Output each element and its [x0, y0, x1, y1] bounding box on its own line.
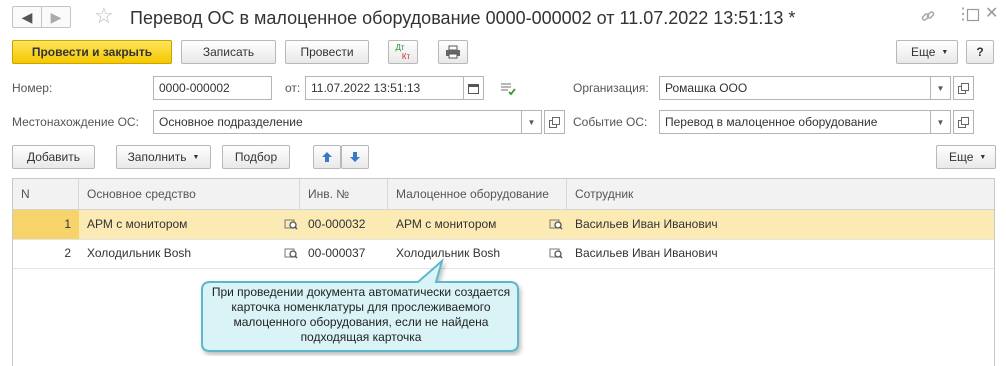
favorite-star-icon[interactable]: ☆ [94, 3, 114, 29]
employee-cell[interactable]: Васильев Иван Иванович [567, 210, 987, 239]
nav-back-button[interactable]: ◀ [12, 6, 42, 28]
more-label: Еще [911, 45, 936, 59]
date-field[interactable]: 11.07.2022 13:51:13 [305, 76, 464, 100]
dtkt-top: Дт [395, 43, 405, 52]
asset-cell[interactable]: АРМ с монитором [79, 210, 279, 239]
location-field[interactable]: Основное подразделение [153, 110, 522, 134]
arrow-left-icon: ◀ [21, 8, 33, 25]
organization-field[interactable]: Ромашка ООО [659, 76, 931, 100]
chevron-down-icon: ▼ [527, 117, 536, 127]
arrow-down-icon [350, 152, 360, 162]
chevron-down-icon: ▼ [979, 153, 987, 161]
calendar-icon [468, 83, 479, 94]
inv-cell[interactable]: 00-000032 [300, 210, 388, 239]
event-open-button[interactable] [953, 110, 974, 134]
table-header: N Основное средство Инв. № Малоценное об… [13, 179, 994, 210]
event-dropdown[interactable]: ▼ [930, 110, 951, 134]
chevron-down-icon: ▼ [941, 48, 949, 56]
number-field[interactable]: 0000-000002 [153, 76, 272, 100]
post-button[interactable]: Провести [285, 40, 369, 64]
open-icon [958, 116, 969, 128]
table-more-label: Еще [949, 150, 974, 164]
location-dropdown[interactable]: ▼ [521, 110, 542, 134]
date-label: от: [285, 81, 301, 95]
add-row-button[interactable]: Добавить [12, 145, 95, 169]
table-row[interactable]: 1 АРМ с монитором 00-000032 АРМ с монито… [13, 210, 994, 240]
column-equipment[interactable]: Малоценное оборудование [388, 179, 567, 209]
row-number: 2 [64, 246, 71, 260]
close-icon[interactable]: ✕ [985, 5, 998, 23]
print-button[interactable] [438, 40, 468, 64]
printer-icon [446, 45, 460, 59]
column-inv[interactable]: Инв. № [300, 179, 388, 209]
search-icon[interactable] [284, 218, 298, 231]
number-label: Номер: [12, 81, 53, 95]
callout-text: При проведении документа автоматически с… [211, 285, 511, 344]
dtkt-bottom: Кт [401, 52, 411, 61]
window-title: Перевод ОС в малоценное оборудование 000… [130, 8, 796, 28]
search-icon[interactable] [549, 218, 563, 231]
fill-button[interactable]: Заполнить ▼ [116, 145, 211, 169]
column-n[interactable]: N [13, 179, 79, 209]
column-asset[interactable]: Основное средство [79, 179, 300, 209]
event-label: Событие ОС: [573, 115, 648, 129]
open-icon [549, 116, 560, 128]
save-button[interactable]: Записать [181, 40, 276, 64]
event-field[interactable]: Перевод в малоценное оборудование [659, 110, 931, 134]
row-number: 1 [13, 210, 79, 239]
restore-window-icon[interactable] [966, 8, 980, 22]
open-icon [958, 82, 969, 94]
table-more-button[interactable]: Еще ▼ [936, 145, 996, 169]
help-button[interactable]: ? [966, 40, 994, 64]
dt-kt-button[interactable]: Дт Кт [388, 40, 418, 64]
chevron-down-icon: ▼ [192, 153, 200, 161]
chevron-down-icon: ▼ [936, 117, 945, 127]
location-open-button[interactable] [544, 110, 565, 134]
chevron-down-icon: ▼ [936, 83, 945, 93]
move-down-button[interactable] [341, 145, 369, 169]
fill-label: Заполнить [127, 150, 187, 164]
organization-label: Организация: [573, 81, 649, 95]
post-and-close-button[interactable]: Провести и закрыть [12, 40, 172, 64]
arrow-right-icon: ▶ [50, 8, 62, 25]
organization-dropdown[interactable]: ▼ [930, 76, 951, 100]
equipment-cell[interactable]: АРМ с монитором [388, 210, 548, 239]
move-up-button[interactable] [313, 145, 341, 169]
organization-open-button[interactable] [953, 76, 974, 100]
select-button[interactable]: Подбор [222, 145, 290, 169]
more-button[interactable]: Еще ▼ [896, 40, 958, 64]
calendar-button[interactable] [463, 76, 484, 100]
location-label: Местонахождение ОС: [12, 115, 139, 129]
search-icon[interactable] [549, 247, 563, 260]
arrow-up-icon [322, 152, 332, 162]
doc-check-icon[interactable] [500, 80, 516, 96]
link-icon[interactable] [920, 8, 936, 24]
nav-forward-button[interactable]: ▶ [41, 6, 71, 28]
employee-cell[interactable]: Васильев Иван Иванович [567, 239, 987, 268]
column-employee[interactable]: Сотрудник [567, 179, 994, 209]
